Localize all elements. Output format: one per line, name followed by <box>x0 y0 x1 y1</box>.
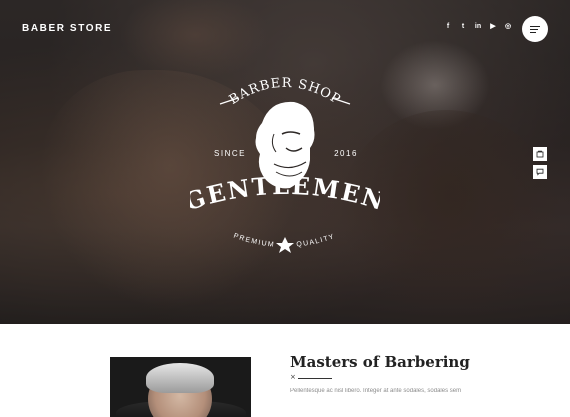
emblem-tag-left: PREMIUM <box>233 233 274 249</box>
barber-portrait-image <box>110 357 251 417</box>
youtube-icon[interactable]: ▶ <box>489 23 497 31</box>
close-icon: × <box>290 373 296 381</box>
top-navigation: BABER STORE f t in ▶ ◎ <box>0 0 570 60</box>
svg-text:PREMIUM: PREMIUM <box>233 233 276 249</box>
cart-button[interactable] <box>533 147 547 161</box>
about-section: Masters of Barbering × Pellentesque ac n… <box>0 324 570 417</box>
facebook-icon[interactable]: f <box>444 23 452 31</box>
linkedin-icon[interactable]: in <box>474 23 482 31</box>
brand-logo[interactable]: BABER STORE <box>22 23 112 34</box>
barber-shop-emblem: BARBER SHOP SINCE 2016 GENTLEMEN PREMIUM… <box>190 76 380 253</box>
hamburger-menu-icon <box>530 24 540 35</box>
menu-button[interactable] <box>522 16 548 42</box>
emblem-name: GENTLEMEN <box>190 171 380 216</box>
hero-banner: BABER STORE f t in ▶ ◎ BARBER SHOP SINCE… <box>0 0 570 324</box>
chat-icon <box>536 168 544 176</box>
emblem-tag-right: QUALITY <box>296 233 335 248</box>
social-links: f t in ▶ ◎ <box>444 23 512 31</box>
chat-button[interactable] <box>533 165 547 179</box>
svg-text:QUALITY: QUALITY <box>296 233 336 248</box>
instagram-icon[interactable]: ◎ <box>504 23 512 31</box>
side-toolbar <box>533 147 547 183</box>
twitter-icon[interactable]: t <box>459 23 467 31</box>
emblem-year: 2016 <box>334 149 358 158</box>
cart-icon <box>536 150 544 158</box>
section-title: Masters of Barbering <box>290 353 470 371</box>
section-paragraph: Pellentesque ac nisl libero. Integer at … <box>290 388 462 394</box>
svg-text:GENTLEMEN: GENTLEMEN <box>190 171 380 216</box>
star-icon <box>276 237 294 253</box>
title-divider <box>298 378 332 379</box>
emblem-since: SINCE <box>214 149 246 158</box>
